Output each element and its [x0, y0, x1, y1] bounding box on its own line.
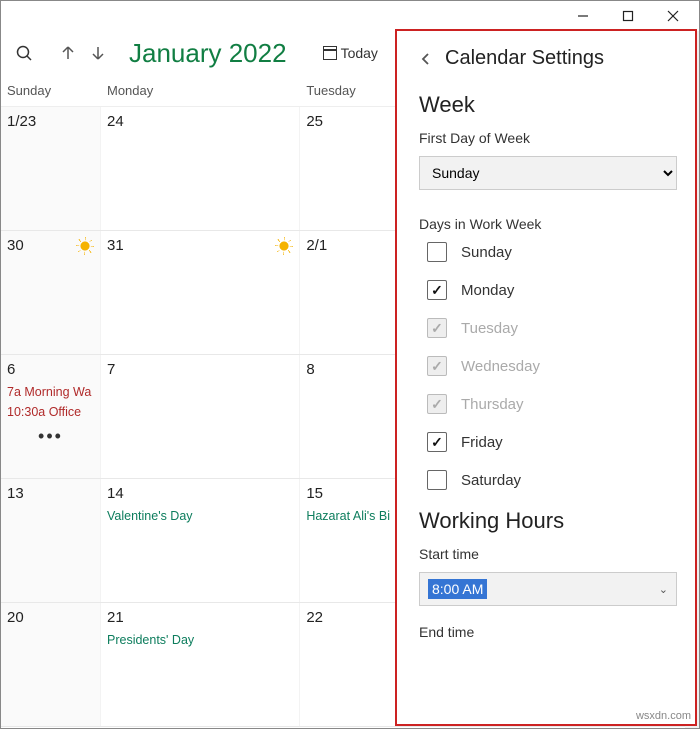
workweek-day-row: Thursday [427, 394, 677, 414]
today-label: Today [341, 45, 378, 61]
prev-arrow-icon[interactable] [55, 40, 81, 66]
settings-panel: Calendar Settings Week First Day of Week… [395, 29, 697, 726]
checkbox [427, 356, 447, 376]
calendar-event[interactable]: Valentine's Day [107, 506, 293, 526]
today-button[interactable]: Today [323, 45, 378, 61]
sun-icon [275, 237, 293, 255]
workweek-day-row: Saturday [427, 470, 677, 490]
workweek-day-row: Tuesday [427, 318, 677, 338]
minimize-button[interactable] [560, 2, 605, 30]
panel-title: Calendar Settings [445, 47, 604, 70]
app-window: January 2022 Today SundayMondayTuesdayWe… [0, 0, 700, 729]
calendar-event[interactable]: 10:30a Office [7, 402, 94, 422]
workweek-day-row: Sunday [427, 242, 677, 262]
day-number: 24 [107, 113, 293, 130]
day-number: 21 [107, 609, 293, 626]
checkbox-label: Sunday [461, 244, 512, 261]
day-number: 30 [7, 237, 94, 254]
day-cell[interactable]: 31 [101, 231, 300, 354]
checkbox-label: Saturday [461, 472, 521, 489]
more-events-icon[interactable]: ••• [7, 426, 94, 447]
checkbox-label: Friday [461, 434, 503, 451]
day-header: Monday [101, 75, 300, 106]
checkbox-label: Thursday [461, 396, 524, 413]
day-cell[interactable]: 30 [1, 231, 101, 354]
checkbox-label: Monday [461, 282, 514, 299]
day-number: 14 [107, 485, 293, 502]
checkbox-label: Tuesday [461, 320, 518, 337]
workweek-day-row: Monday [427, 280, 677, 300]
week-section-heading: Week [419, 92, 677, 118]
day-cell[interactable]: 14 Valentine's Day [101, 479, 300, 602]
day-cell[interactable]: 24 [101, 107, 300, 230]
chevron-down-icon: ⌄ [659, 583, 668, 596]
workweek-day-row: Wednesday [427, 356, 677, 376]
day-cell[interactable]: 7 [101, 355, 300, 478]
maximize-button[interactable] [605, 2, 650, 30]
panel-header: Calendar Settings [419, 47, 677, 70]
titlebar [1, 1, 699, 31]
start-time-select[interactable]: 8:00 AM ⌄ [419, 572, 677, 606]
checkbox[interactable] [427, 470, 447, 490]
day-number: 6 [7, 361, 94, 378]
day-number: 7 [107, 361, 293, 378]
calendar-event[interactable]: 7a Morning Wa [7, 382, 94, 402]
day-header: Sunday [1, 75, 101, 106]
checkbox[interactable] [427, 280, 447, 300]
search-icon[interactable] [11, 40, 37, 66]
working-hours-heading: Working Hours [419, 508, 677, 534]
start-time-value: 8:00 AM [428, 579, 487, 599]
workweek-day-row: Friday [427, 432, 677, 452]
back-icon[interactable] [419, 52, 433, 66]
day-cell[interactable]: 21 Presidents' Day [101, 603, 300, 726]
checkbox[interactable] [427, 432, 447, 452]
checkbox [427, 394, 447, 414]
close-button[interactable] [650, 2, 695, 30]
sun-icon [76, 237, 94, 255]
checkbox [427, 318, 447, 338]
first-day-label: First Day of Week [419, 130, 677, 146]
calendar-icon [323, 46, 337, 60]
day-number: 20 [7, 609, 94, 626]
day-cell[interactable]: 1/23 [1, 107, 101, 230]
watermark: wsxdn.com [636, 710, 691, 722]
start-time-label: Start time [419, 546, 677, 562]
end-time-label: End time [419, 624, 677, 640]
first-day-select[interactable]: Sunday [419, 156, 677, 190]
day-cell[interactable]: 6 7a Morning Wa10:30a Office ••• [1, 355, 101, 478]
days-in-ww-label: Days in Work Week [419, 216, 677, 232]
month-label[interactable]: January 2022 [129, 38, 287, 69]
checkbox[interactable] [427, 242, 447, 262]
calendar-event[interactable]: Presidents' Day [107, 630, 293, 650]
next-arrow-icon[interactable] [85, 40, 111, 66]
day-number: 13 [7, 485, 94, 502]
day-cell[interactable]: 13 [1, 479, 101, 602]
day-number: 31 [107, 237, 293, 254]
day-cell[interactable]: 20 [1, 603, 101, 726]
checkbox-label: Wednesday [461, 358, 540, 375]
day-number: 1/23 [7, 113, 94, 130]
